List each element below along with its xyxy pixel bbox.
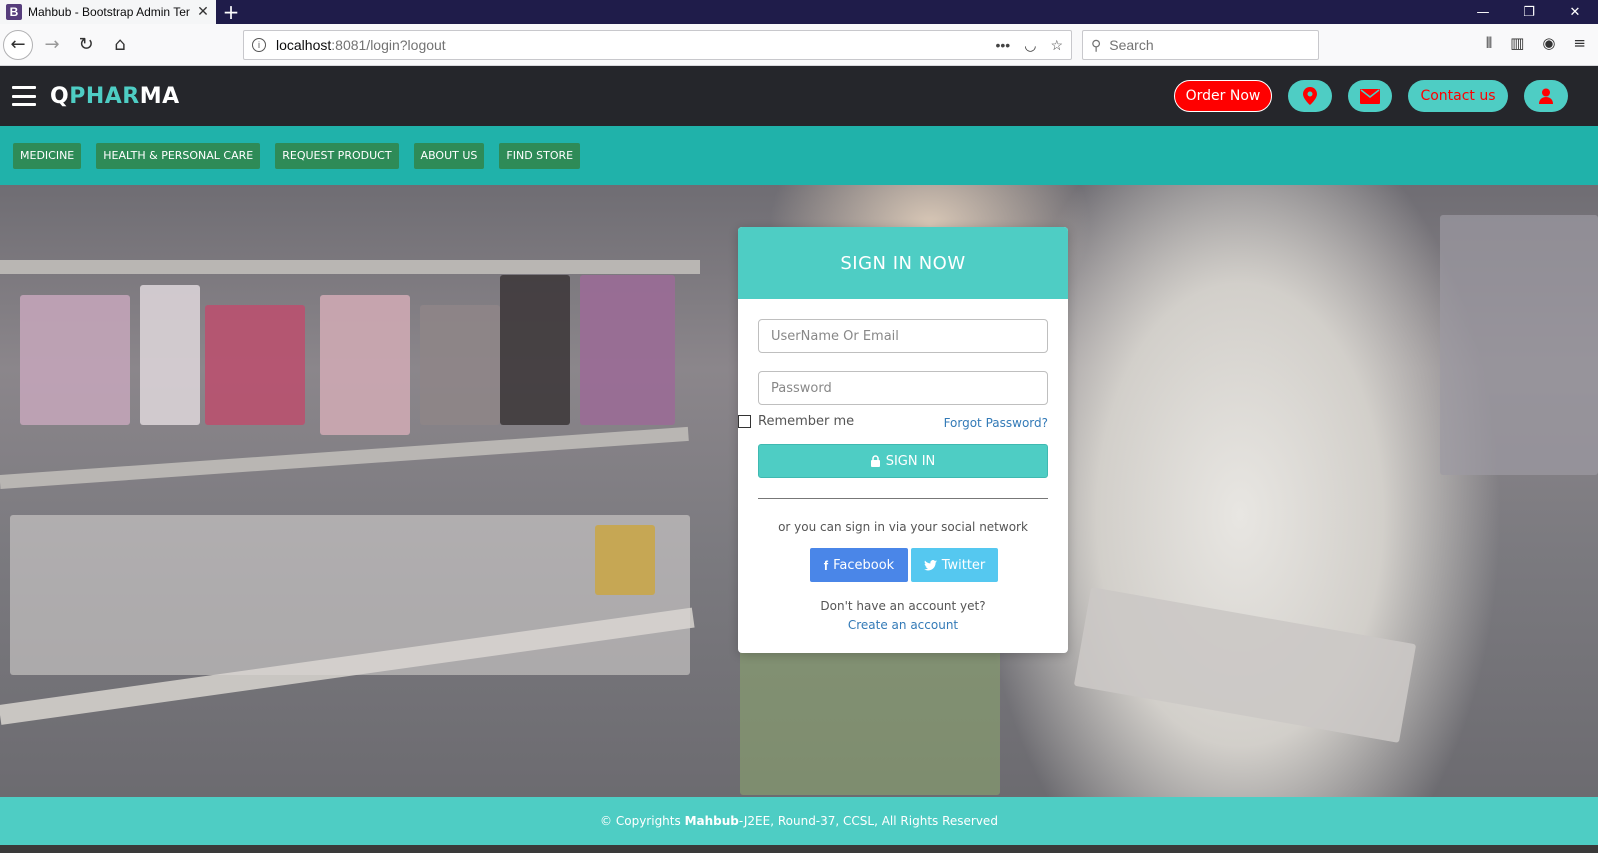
- home-icon[interactable]: ⌂: [105, 30, 135, 60]
- hamburger-menu-icon[interactable]: [12, 86, 36, 106]
- logo-part-q: Q: [50, 83, 70, 109]
- user-button[interactable]: [1524, 80, 1568, 112]
- lock-icon: [870, 455, 880, 467]
- clipboard-decor: [1073, 587, 1417, 743]
- favicon-icon: B: [6, 4, 22, 20]
- header-actions: Order Now Contact us: [1174, 80, 1568, 112]
- footer-suffix: -J2EE, Round-37, CCSL, All Rights Reserv…: [738, 814, 998, 828]
- product-box-decor: [205, 305, 305, 425]
- product-box-decor: [580, 275, 675, 425]
- site-header: QPHARMA Order Now Contact us: [0, 66, 1598, 126]
- site-footer: © Copyrights Mahbub -J2EE, Round-37, CCSL…: [0, 797, 1598, 845]
- search-placeholder: Search: [1109, 37, 1154, 53]
- nav-item-health-personal-care[interactable]: HEALTH & PERSONAL CARE: [96, 142, 261, 169]
- bookmark-star-icon[interactable]: ☆: [1050, 37, 1063, 54]
- category-nav: MEDICINE HEALTH & PERSONAL CARE REQUEST …: [0, 126, 1598, 185]
- url-bar[interactable]: i localhost:8081/login?logout ••• ◡ ☆: [243, 30, 1072, 60]
- twitter-icon: [923, 559, 937, 570]
- product-box-decor: [20, 295, 130, 425]
- restore-icon[interactable]: ❐: [1506, 0, 1552, 24]
- no-account-text: Don't have an account yet?: [820, 599, 986, 613]
- nav-item-about-us[interactable]: ABOUT US: [413, 142, 485, 169]
- login-title: SIGN IN NOW: [738, 227, 1068, 299]
- site-logo[interactable]: QPHARMA: [50, 84, 180, 109]
- email-button[interactable]: [1348, 80, 1392, 112]
- envelope-icon: [1360, 88, 1380, 104]
- shelf-products-decor: [1440, 215, 1598, 475]
- extension-icon[interactable]: ◉: [1542, 34, 1555, 52]
- sidebar-icon[interactable]: ▥: [1510, 34, 1524, 52]
- page-actions-icon[interactable]: •••: [996, 37, 1011, 54]
- sign-in-label: SIGN IN: [885, 453, 936, 469]
- map-marker-icon: [1303, 87, 1317, 105]
- product-box-decor: [320, 295, 410, 435]
- browser-navbar: ← → ↻ ⌂ i localhost:8081/login?logout ••…: [0, 24, 1598, 66]
- facebook-label: Facebook: [833, 557, 895, 573]
- browser-toolbar-icons: ⫴ ▥ ◉ ≡: [1486, 34, 1586, 52]
- browser-tab[interactable]: B Mahbub - Bootstrap Admin Ter ✕: [0, 0, 216, 24]
- url-host: localhost: [276, 37, 332, 53]
- twitter-label: Twitter: [941, 557, 986, 573]
- footer-prefix: © Copyrights: [600, 814, 685, 828]
- remember-me[interactable]: Remember me: [738, 414, 854, 429]
- password-input[interactable]: [758, 371, 1048, 405]
- login-card: SIGN IN NOW Remember me Forgot Password?…: [738, 227, 1068, 653]
- nav-item-medicine[interactable]: MEDICINE: [13, 142, 82, 169]
- forgot-password-link[interactable]: Forgot Password?: [944, 416, 1048, 430]
- footer-author: Mahbub: [684, 814, 739, 828]
- social-buttons: f Facebook Twitter: [810, 548, 998, 582]
- forward-icon[interactable]: →: [37, 30, 67, 60]
- bottom-strip: [0, 845, 1598, 853]
- location-button[interactable]: [1288, 80, 1332, 112]
- divider: [758, 498, 1048, 499]
- back-icon[interactable]: ←: [3, 29, 33, 60]
- username-input[interactable]: [758, 319, 1048, 353]
- social-signin-text: or you can sign in via your social netwo…: [778, 520, 1028, 534]
- product-box-decor: [595, 525, 655, 595]
- product-box-decor: [140, 285, 200, 425]
- contact-us-button[interactable]: Contact us: [1408, 80, 1508, 112]
- nav-item-find-store[interactable]: FIND STORE: [499, 142, 581, 169]
- page-root: B Mahbub - Bootstrap Admin Ter ✕ + — ❐ ✕…: [0, 0, 1598, 853]
- bottles-decor: [10, 515, 690, 675]
- tab-title: Mahbub - Bootstrap Admin Ter: [28, 5, 190, 19]
- library-icon[interactable]: ⫴: [1486, 34, 1492, 52]
- product-box-decor: [420, 305, 500, 425]
- url-path: :8081/login?logout: [331, 37, 446, 53]
- user-icon: [1539, 88, 1553, 104]
- new-tab-icon[interactable]: +: [216, 0, 246, 24]
- sign-in-button[interactable]: SIGN IN: [758, 444, 1048, 478]
- logo-part-ma: MA: [139, 83, 180, 109]
- shelf-decor: [0, 426, 689, 489]
- reload-icon[interactable]: ↻: [71, 30, 101, 60]
- remember-me-label: Remember me: [758, 414, 855, 429]
- tab-close-icon[interactable]: ✕: [196, 4, 210, 20]
- facebook-icon: f: [823, 557, 829, 573]
- create-account-link[interactable]: Create an account: [738, 618, 1068, 632]
- menu-icon[interactable]: ≡: [1573, 34, 1586, 52]
- order-now-button[interactable]: Order Now: [1174, 80, 1272, 112]
- remember-me-checkbox[interactable]: [738, 415, 751, 428]
- twitter-button[interactable]: Twitter: [911, 548, 998, 582]
- browser-search-input[interactable]: ⚲ Search: [1082, 30, 1319, 60]
- window-close-icon[interactable]: ✕: [1552, 0, 1598, 24]
- pocket-icon[interactable]: ◡: [1024, 37, 1036, 54]
- nav-item-request-product[interactable]: REQUEST PRODUCT: [275, 142, 399, 169]
- minimize-icon[interactable]: —: [1460, 0, 1506, 24]
- window-controls: — ❐ ✕: [1460, 0, 1598, 24]
- shelf-decor: [0, 260, 700, 274]
- logo-part-phar: PHAR: [69, 83, 140, 109]
- browser-tabbar: B Mahbub - Bootstrap Admin Ter ✕ + — ❐ ✕: [0, 0, 1598, 24]
- url-actions: ••• ◡ ☆: [996, 37, 1064, 54]
- search-icon: ⚲: [1091, 36, 1102, 53]
- product-box-decor: [500, 275, 570, 425]
- site-info-icon[interactable]: i: [252, 38, 266, 52]
- facebook-button[interactable]: f Facebook: [810, 548, 908, 582]
